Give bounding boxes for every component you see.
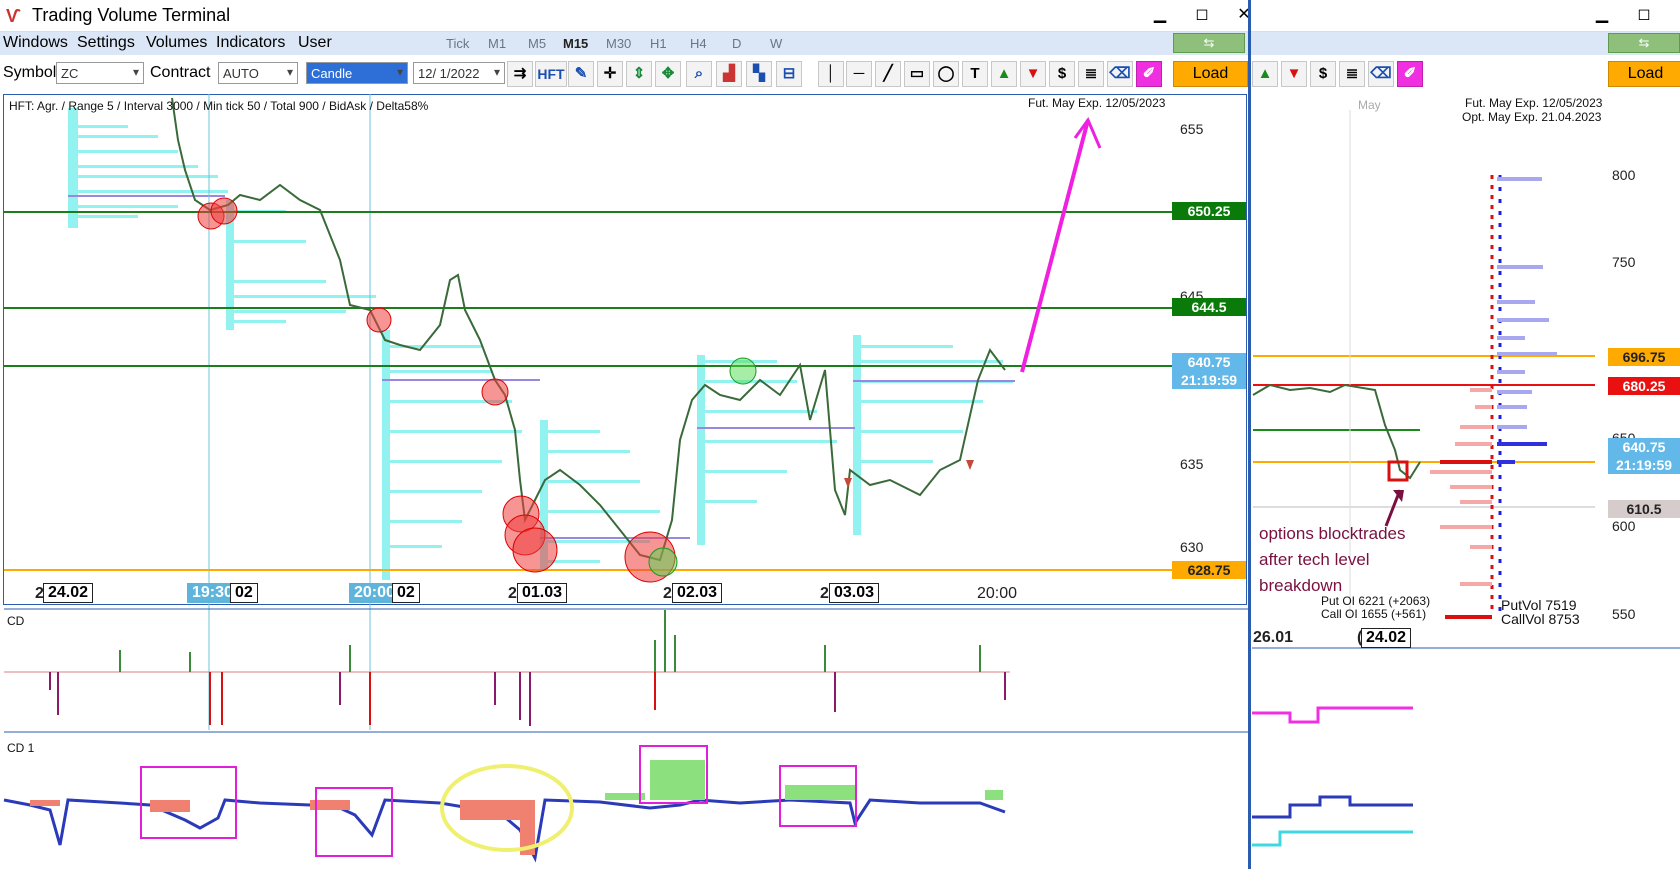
current-price-tag: 640.75 [1172,353,1246,371]
options-price-tick: 800 [1612,167,1636,183]
time-label: 20:00 [977,585,1018,602]
date-label-01-03: 01.03 [517,583,568,603]
price-tick: 635 [1180,456,1204,472]
level-tag: 628.75 [1172,561,1246,579]
call-oi-label: Call OI 1655 (+561) [1321,607,1427,621]
options-oi-bars [1430,175,1557,619]
options-price-tick: 600 [1612,518,1636,534]
volume-profiles [68,108,1013,580]
time-label: 02 [392,583,420,603]
chart-header: HFT: Agr. / Range 5 / Interval 3000 / Mi… [9,99,429,113]
options-level-tag: 696.75 [1608,348,1680,366]
level-tag: 644.5 [1172,298,1246,316]
time-label: 2 [820,585,829,602]
price-tick: 655 [1180,121,1204,137]
date-label-03-03: 03.03 [829,583,880,603]
cd-histogram [4,610,1010,726]
block-trade-markers [197,197,757,583]
options-countdown-tag: 21:19:59 [1608,456,1680,474]
options-level-tag: 610.5 [1608,500,1680,518]
cd-panel-label: CD [7,614,25,628]
options-current-price-tag: 640.75 [1608,438,1680,456]
time-label: 2 [508,585,517,602]
options-price-tick: 750 [1612,254,1636,270]
opt-expiry-label: Opt. May Exp. 21.04.2023 [1462,110,1602,124]
expiry-label: Fut. May Exp. 12/05/2023 [1028,96,1166,110]
price-tick: 630 [1180,539,1204,555]
options-date-label: 24.02 [1361,628,1412,648]
annotation-line: options blocktrades [1259,524,1406,543]
month-label: May [1358,98,1381,112]
put-oi-label: Put OI 6221 (+2063) [1321,594,1431,608]
options-level-tag: 680.25 [1608,377,1680,395]
countdown-tag: 21:19:59 [1172,371,1246,389]
chart-drawings [3,94,1680,863]
time-label: 02 [230,583,258,603]
fut-expiry-label: Fut. May Exp. 12/05/2023 [1465,96,1603,110]
options-date-label: 26.01 [1253,629,1294,646]
date-label-24-02: 24.02 [43,583,94,603]
time-label: 2 [663,585,672,602]
level-tag: 650.25 [1172,202,1246,220]
cd1-panel-label: CD 1 [7,741,35,755]
price-line [171,97,1006,562]
date-label-02-03: 02.03 [672,583,723,603]
options-price-tick: 550 [1612,606,1636,622]
annotation-line: after tech level [1259,550,1370,569]
call-vol-label: CallVol 8753 [1501,611,1580,627]
